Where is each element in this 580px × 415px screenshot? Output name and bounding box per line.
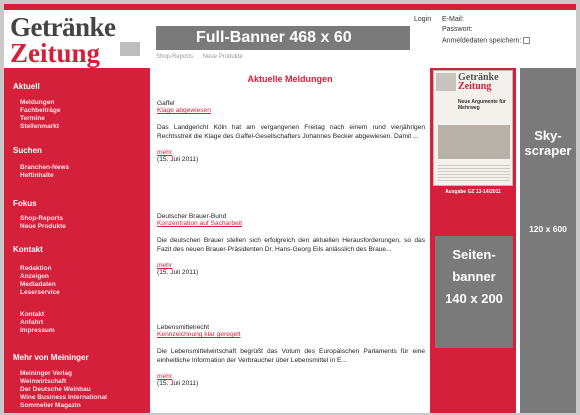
sidebar-item-der-deutsche-weinbau[interactable]: Der Deutsche Weinbau — [20, 386, 91, 394]
skyscraper-title-line-2: scraper — [524, 143, 572, 158]
sidebar-item-meininger-verlag[interactable]: Meininger Verlag — [20, 370, 72, 378]
sidebar-item-anfahrt[interactable]: Anfahrt — [20, 319, 43, 327]
sidebar-item-wine-business[interactable]: Wine Business International — [20, 394, 107, 402]
more-link[interactable]: mehr — [157, 373, 425, 380]
news-teaser: Das Landgericht Köln hat am vergangenen … — [157, 124, 425, 140]
main-content: Aktuelle Meldungen Gaffel Klage abgewies… — [150, 68, 430, 413]
sidebar-item-termine[interactable]: Termine — [20, 115, 45, 123]
sub-navigation: Shop-Reports Neue Produkte — [156, 54, 251, 60]
cover-headline: Neue Argumente für Mehrweg — [458, 99, 506, 111]
sidebar-item-shop-reports[interactable]: Shop-Reports — [20, 215, 63, 223]
password-field-label[interactable]: Passwort: — [442, 26, 473, 33]
subnav-item[interactable]: Shop-Reports — [156, 54, 193, 60]
sidebar-item-redaktion[interactable]: Redaktion — [20, 265, 51, 273]
sidebar-item-branchen-news[interactable]: Branchen-News — [20, 164, 69, 172]
sidebar-item-meldungen[interactable]: Meldungen — [20, 99, 54, 107]
sidebar-item-weinwirtschaft[interactable]: Weinwirtschaft — [20, 378, 66, 386]
more-link[interactable]: mehr — [157, 262, 425, 269]
news-headline-link[interactable]: Klage abgewiesen — [157, 107, 425, 114]
magazine-cover[interactable]: Getränke Zeitung Neue Argumente für Mehr… — [433, 70, 513, 186]
sidebar-section-title: Aktuell — [13, 82, 40, 91]
sidebar-item-mediadaten[interactable]: Mediadaten — [20, 281, 56, 289]
sidebar-section-title: Kontakt — [13, 245, 43, 254]
sidebar-item-neue-produkte[interactable]: Neue Produkte — [20, 223, 66, 231]
sidebar-section-title: Mehr von Meininger — [13, 353, 89, 362]
cover-photo — [438, 125, 510, 159]
sidebar-item-impressum[interactable]: Impressum — [20, 327, 55, 335]
news-headline-link[interactable]: Kennzeichnung klar geregelt — [157, 331, 425, 338]
full-banner-ad[interactable]: Full-Banner 468 x 60 — [156, 26, 410, 50]
login-box: Login E-Mail: Passwort: Anmeldedaten spe… — [414, 16, 576, 62]
news-headline-link[interactable]: Konzentration auf Sacharbeit — [157, 220, 425, 227]
seitenbanner-ad[interactable]: Seiten- banner 140 x 200 — [435, 236, 513, 348]
cover-title-line-2: Zeitung — [458, 81, 492, 92]
seitenbanner-line-1: Seiten- — [452, 247, 496, 262]
news-item: Lebensmittelrecht Kennzeichnung klar ger… — [157, 324, 425, 387]
sidebar-item-fachbeitraege[interactable]: Fachbeiträge — [20, 107, 60, 115]
magazine-caption[interactable]: Ausgabe GZ 13-14/2011 — [432, 189, 514, 195]
news-date: (15. Juli 2011) — [157, 156, 199, 163]
sidebar-section-title: Fokus — [13, 199, 37, 208]
news-item: Gaffel Klage abgewiesen Das Landgericht … — [157, 100, 425, 163]
sidebar-item-anzeigen[interactable]: Anzeigen — [20, 273, 49, 281]
site-logo[interactable]: Getränke Zeitung — [10, 12, 148, 67]
page-title: Aktuelle Meldungen — [247, 74, 333, 84]
email-field-label[interactable]: E-Mail: — [442, 16, 464, 23]
news-teaser: Die deutschen Brauer stellen sich erfolg… — [157, 237, 425, 253]
skyscraper-ad[interactable]: Sky- scraper 120 x 600 — [520, 68, 576, 413]
seitenbanner-line-2: banner — [452, 269, 496, 284]
sidebar-item-sommelier-magazin[interactable]: Sommelier Magazin — [20, 402, 81, 410]
sidebar-item-kontakt[interactable]: Kontakt — [20, 311, 44, 319]
screenshot-frame: Getränke Zeitung Full-Banner 468 x 60 Sh… — [0, 0, 580, 415]
cover-text-lines — [438, 163, 510, 181]
remember-label: Anmeldedaten speichern: — [442, 37, 522, 45]
news-category: Gaffel — [157, 100, 175, 107]
page: Getränke Zeitung Full-Banner 468 x 60 Sh… — [4, 4, 576, 413]
right-column: Getränke Zeitung Neue Argumente für Mehr… — [430, 68, 516, 413]
top-accent-bar — [4, 4, 576, 10]
news-category: Lebensmittelrecht — [157, 324, 210, 331]
news-category: Deutscher Brauer-Bund — [157, 213, 227, 220]
sidebar-item-stellenmarkt[interactable]: Stellenmarkt — [20, 123, 59, 131]
skyscraper-title: Sky- scraper — [520, 128, 576, 158]
news-item: Deutscher Brauer-Bund Konzentration auf … — [157, 213, 425, 276]
skyscraper-size: 120 x 600 — [529, 224, 567, 234]
remember-login[interactable]: Anmeldedaten speichern: — [442, 37, 531, 45]
logo-line-1: Getränke — [10, 12, 116, 42]
more-link[interactable]: mehr — [157, 149, 425, 156]
news-teaser: Die Lebensmittelwirtschaft begrüßt das V… — [157, 348, 425, 364]
sidebar-item-leserservice[interactable]: Leserservice — [20, 289, 60, 297]
sidebar-item-heftinhalte[interactable]: Heftinhalte — [20, 172, 54, 180]
remember-checkbox[interactable] — [523, 37, 531, 44]
cover-photo-small — [436, 73, 456, 91]
seitenbanner-size: 140 x 200 — [445, 291, 503, 306]
sidebar: Aktuell Meldungen Fachbeiträge Termine S… — [4, 68, 150, 413]
news-date: (15. Juli 2011) — [157, 380, 199, 387]
sidebar-section-title: Suchen — [13, 146, 42, 155]
subnav-item[interactable]: Neue Produkte — [203, 54, 243, 60]
skyscraper-title-line-1: Sky- — [534, 128, 562, 143]
logo-decor-block — [120, 42, 140, 56]
news-date: (15. Juli 2011) — [157, 269, 199, 276]
login-label: Login — [414, 16, 432, 23]
